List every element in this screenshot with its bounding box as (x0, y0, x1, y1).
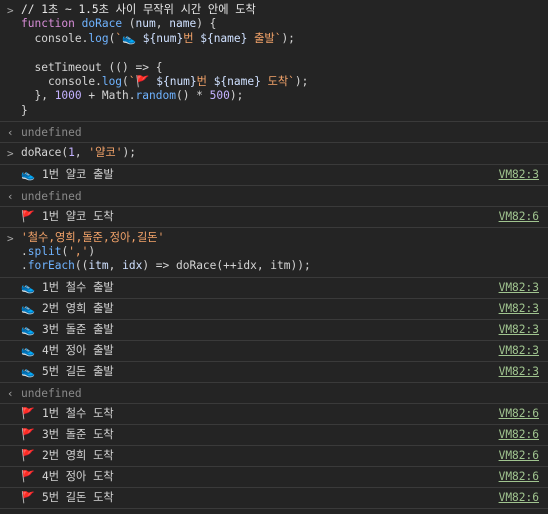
sneaker-icon: 👟 (21, 323, 35, 337)
log-message: 1번 철수 출발 (42, 281, 114, 295)
prompt-chevron-icon: > (7, 147, 14, 161)
code-line: console.log(`👟 ${num}번 ${name} 출발`); (21, 31, 295, 45)
log-message: 4번 정아 도착 (42, 470, 114, 484)
flag-icon: 🚩 (21, 407, 35, 421)
sneaker-icon: 👟 (21, 365, 35, 379)
log-message: 5번 길돈 출발 (42, 365, 114, 379)
console-input-entry[interactable]: > '철수,영희,돌준,정아,길돈' .split(',') .forEach(… (0, 228, 548, 278)
source-link[interactable]: VM82:6 (499, 490, 539, 505)
log-message: 4번 정아 출발 (42, 344, 114, 358)
console-result: ‹ undefined (0, 383, 548, 404)
sneaker-icon: 👟 (21, 344, 35, 358)
log-message: 3번 돌준 출발 (42, 323, 114, 337)
log-message: 2번 영희 도착 (42, 449, 114, 463)
code-line: doRace(1, '얄코'); (21, 146, 136, 160)
console-log-row: 👟 1번 얄코 출발 VM82:3 (0, 165, 548, 186)
flag-icon: 🚩 (21, 428, 35, 442)
result-value: undefined (21, 189, 82, 203)
source-link[interactable]: VM82:3 (499, 167, 539, 182)
log-message: 2번 영희 출발 (42, 302, 114, 316)
sneaker-icon: 👟 (21, 281, 35, 295)
source-link[interactable]: VM82:3 (499, 280, 539, 295)
source-link[interactable]: VM82:6 (499, 448, 539, 463)
console-log-row: 🚩 4번 정아 도착 VM82:6 (0, 467, 548, 488)
log-message: 5번 길돈 도착 (42, 491, 114, 505)
console-log-row: 🚩 2번 영희 도착 VM82:6 (0, 446, 548, 467)
source-link[interactable]: VM82:3 (499, 364, 539, 379)
log-message: 1번 얄코 출발 (42, 168, 114, 182)
source-link[interactable]: VM82:6 (499, 406, 539, 421)
log-message: 3번 돌준 도착 (42, 428, 114, 442)
devtools-console: > // 1초 ~ 1.5초 사이 무작위 시간 안에 도착 function … (0, 0, 548, 509)
code-line: } (21, 103, 28, 117)
code-line: // 1초 ~ 1.5초 사이 무작위 시간 안에 도착 (21, 3, 256, 16)
console-input-entry[interactable]: > // 1초 ~ 1.5초 사이 무작위 시간 안에 도착 function … (0, 0, 548, 123)
code-line: console.log(`🚩 ${num}번 ${name} 도착`); (21, 74, 309, 88)
console-result: ‹ undefined (0, 122, 548, 144)
console-log-row: 👟 5번 길돈 출발 VM82:3 (0, 362, 548, 383)
source-link[interactable]: VM82:6 (499, 427, 539, 442)
prompt-chevron-icon: > (7, 231, 14, 245)
prompt-chevron-icon: > (7, 4, 14, 17)
console-log-row: 🚩 5번 길돈 도착 VM82:6 (0, 488, 548, 509)
console-log-row: 🚩 1번 철수 도착 VM82:6 (0, 404, 548, 425)
log-message: 1번 얄코 도착 (42, 210, 114, 224)
code-line: function doRace (num, name) { (21, 17, 217, 31)
result-value: undefined (21, 126, 82, 140)
console-log-row: 🚩 1번 얄코 도착 VM82:6 (0, 207, 548, 228)
code-line: }, 1000 + Math.random() * 500); (21, 89, 244, 103)
sneaker-icon: 👟 (122, 31, 137, 45)
source-link[interactable]: VM82:3 (499, 343, 539, 358)
result-chevron-icon: ‹ (7, 386, 14, 400)
code-line: setTimeout (() => { (21, 60, 163, 74)
flag-icon: 🚩 (21, 210, 35, 224)
log-message: 1번 철수 도착 (42, 407, 114, 421)
flag-icon: 🚩 (21, 449, 35, 463)
source-link[interactable]: VM82:6 (499, 469, 539, 484)
code-line: '철수,영희,돌준,정아,길돈' (21, 230, 165, 244)
console-log-row: 🚩 3번 돌준 도착 VM82:6 (0, 425, 548, 446)
source-link[interactable]: VM82:3 (499, 301, 539, 316)
flag-icon: 🚩 (135, 74, 150, 88)
result-chevron-icon: ‹ (7, 189, 14, 203)
sneaker-icon: 👟 (21, 302, 35, 316)
flag-icon: 🚩 (21, 491, 35, 505)
source-link[interactable]: VM82:3 (499, 322, 539, 337)
console-result: ‹ undefined (0, 186, 548, 207)
source-link[interactable]: VM82:6 (499, 209, 539, 224)
result-chevron-icon: ‹ (7, 126, 14, 140)
console-log-row: 👟 2번 영희 출발 VM82:3 (0, 299, 548, 320)
flag-icon: 🚩 (21, 470, 35, 484)
code-line: .forEach((itm, idx) => doRace(++idx, itm… (21, 259, 311, 273)
console-input-entry[interactable]: > doRace(1, '얄코'); (0, 143, 548, 165)
code-line: .split(',') (21, 244, 96, 258)
result-value: undefined (21, 386, 82, 400)
console-log-row: 👟 4번 정아 출발 VM82:3 (0, 341, 548, 362)
sneaker-icon: 👟 (21, 168, 35, 182)
console-log-row: 👟 3번 돌준 출발 VM82:3 (0, 320, 548, 341)
console-log-row: 👟 1번 철수 출발 VM82:3 (0, 278, 548, 299)
